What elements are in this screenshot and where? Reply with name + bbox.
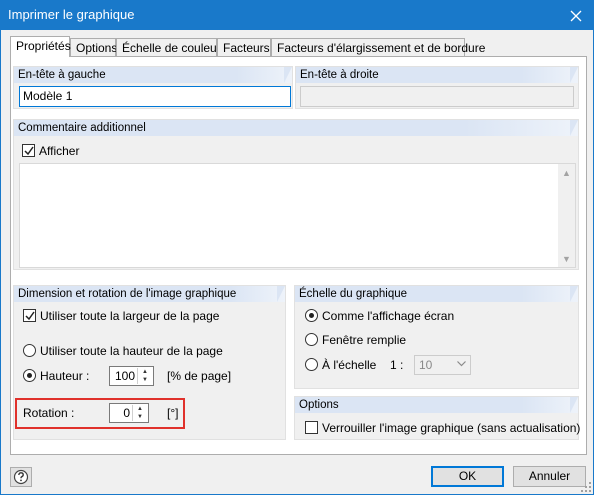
tab-options[interactable]: Options bbox=[70, 38, 118, 56]
tab-factors[interactable]: Facteurs bbox=[217, 38, 271, 56]
height-value: 100 bbox=[114, 369, 135, 383]
resize-grip-icon[interactable] bbox=[581, 482, 591, 492]
help-icon bbox=[13, 469, 29, 485]
rotation-value: 0 bbox=[123, 406, 130, 420]
group-title: En-tête à gauche bbox=[14, 67, 292, 83]
tab-label: Facteurs bbox=[223, 41, 270, 55]
group-title: Commentaire additionnel bbox=[14, 120, 578, 136]
stepper-buttons: ▲ ▼ bbox=[132, 405, 147, 421]
scroll-down-icon[interactable]: ▼ bbox=[558, 250, 575, 267]
window-title: Imprimer le graphique bbox=[8, 7, 135, 22]
comment-textarea[interactable]: ▲ ▼ bbox=[19, 163, 576, 268]
group-title: En-tête à droite bbox=[296, 67, 578, 83]
options-group: Options Verrouiller l'image graphique (s… bbox=[294, 396, 581, 440]
tab-color-scale[interactable]: Échelle de couleur bbox=[116, 38, 221, 56]
show-comment-label: Afficher bbox=[39, 144, 80, 158]
height-stepper[interactable]: 100 ▲ ▼ bbox=[109, 366, 154, 386]
help-button[interactable] bbox=[10, 467, 32, 487]
scale-screen-label: Comme l'affichage écran bbox=[322, 309, 455, 323]
checkmark-icon bbox=[25, 311, 35, 321]
tab-label: Facteurs d'élargissement et de bordure bbox=[277, 41, 486, 55]
full-width-label: Utiliser toute la largeur de la page bbox=[40, 309, 220, 323]
checkmark-icon bbox=[24, 146, 34, 156]
stepper-buttons: ▲ ▼ bbox=[137, 368, 152, 384]
tab-enlargement-factors[interactable]: Facteurs d'élargissement et de bordure bbox=[271, 38, 485, 56]
header-left-group: En-tête à gauche Modèle 1 bbox=[13, 66, 293, 109]
tab-label: Options bbox=[76, 41, 118, 55]
stepper-up-icon[interactable]: ▲ bbox=[133, 405, 147, 413]
dimension-rotation-group: Dimension et rotation de l'image graphiq… bbox=[13, 285, 286, 440]
scale-custom-label: À l'échelle bbox=[322, 358, 377, 372]
tab-label: Propriétés bbox=[16, 39, 71, 53]
print-graphic-dialog: Imprimer le graphique Propriétés Options… bbox=[0, 0, 594, 495]
stepper-down-icon[interactable]: ▼ bbox=[138, 376, 152, 384]
scale-select-value: 10 bbox=[419, 358, 433, 372]
ok-button[interactable]: OK bbox=[431, 466, 504, 487]
stepper-up-icon[interactable]: ▲ bbox=[138, 368, 152, 376]
comment-scrollbar[interactable]: ▲ ▼ bbox=[558, 164, 575, 267]
header-right-group: En-tête à droite bbox=[295, 66, 579, 109]
tab-panel-properties: En-tête à gauche Modèle 1 En-tête à droi… bbox=[10, 56, 587, 455]
comment-group: Commentaire additionnel Afficher ▲ ▼ bbox=[13, 119, 579, 270]
height-unit: [% de page] bbox=[167, 369, 232, 383]
scale-prefix: 1 : bbox=[390, 358, 404, 372]
group-title: Dimension et rotation de l'image graphiq… bbox=[14, 286, 285, 302]
scale-fill-label: Fenêtre remplie bbox=[322, 333, 407, 347]
lock-image-label: Verrouiller l'image graphique (sans actu… bbox=[322, 421, 581, 435]
scale-select[interactable]: 10 bbox=[414, 355, 471, 375]
lock-image-checkbox[interactable] bbox=[305, 421, 318, 434]
cancel-button[interactable]: Annuler bbox=[513, 466, 586, 487]
full-height-label: Utiliser toute la hauteur de la page bbox=[40, 344, 223, 358]
show-comment-checkbox[interactable] bbox=[22, 144, 35, 157]
group-title: Options bbox=[295, 397, 578, 413]
header-left-input[interactable]: Modèle 1 bbox=[19, 86, 291, 107]
full-height-radio[interactable] bbox=[23, 344, 36, 357]
height-radio[interactable] bbox=[23, 369, 36, 382]
scale-group: Échelle du graphique Comme l'affichage é… bbox=[294, 285, 579, 389]
rotation-unit: [°] bbox=[167, 406, 179, 420]
close-icon[interactable] bbox=[559, 1, 593, 30]
header-right-input[interactable] bbox=[300, 86, 574, 107]
radio-selected-dot bbox=[27, 373, 32, 378]
scale-fill-radio[interactable] bbox=[305, 333, 318, 346]
title-bar: Imprimer le graphique bbox=[1, 1, 593, 30]
scale-custom-radio[interactable] bbox=[305, 358, 318, 371]
chevron-down-icon bbox=[457, 361, 466, 367]
rotation-label: Rotation : bbox=[23, 406, 75, 420]
rotation-stepper[interactable]: 0 ▲ ▼ bbox=[109, 403, 149, 423]
radio-selected-dot bbox=[309, 313, 314, 318]
scale-screen-radio[interactable] bbox=[305, 309, 318, 322]
stepper-down-icon[interactable]: ▼ bbox=[133, 413, 147, 421]
group-title: Échelle du graphique bbox=[295, 286, 578, 302]
full-width-checkbox[interactable] bbox=[23, 309, 36, 322]
scroll-up-icon[interactable]: ▲ bbox=[558, 164, 575, 181]
tab-properties[interactable]: Propriétés bbox=[10, 36, 71, 57]
tab-label: Échelle de couleur bbox=[122, 41, 221, 55]
height-label: Hauteur : bbox=[40, 369, 90, 383]
